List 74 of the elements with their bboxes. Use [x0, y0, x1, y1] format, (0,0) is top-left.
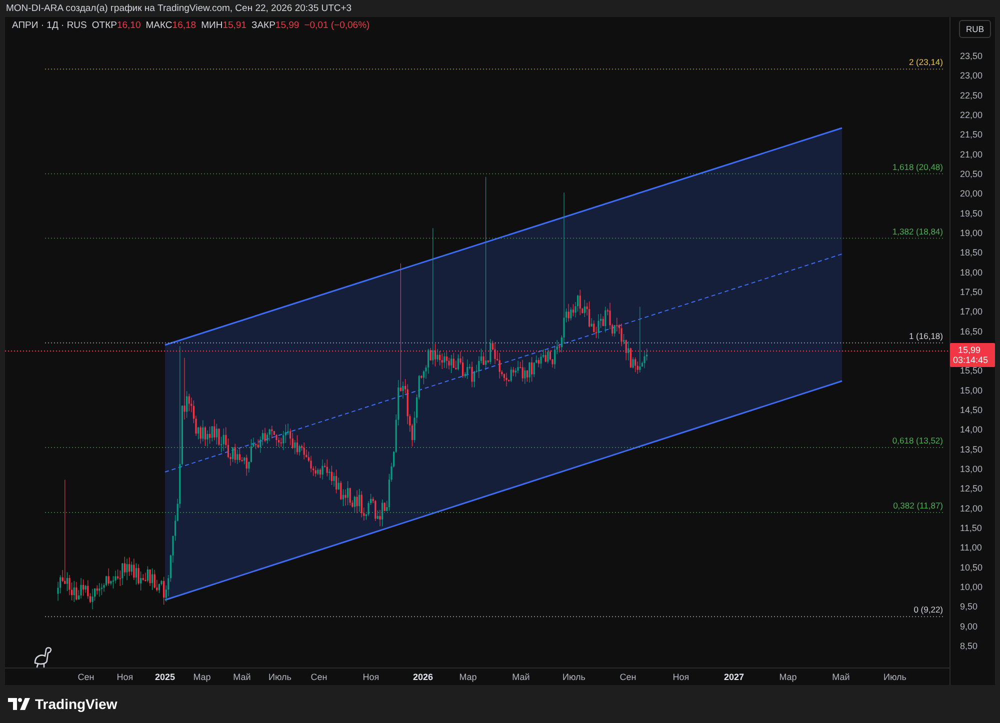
fib-level-label: 0,382 (11,87)	[893, 500, 943, 510]
time-axis-label: 2025	[154, 672, 176, 682]
channel-lower-line[interactable]	[164, 380, 842, 601]
ohlc-label: МИН	[201, 20, 223, 31]
fib-level-label: 1,618 (20,48)	[892, 162, 943, 172]
time-axis-label: Сен	[310, 672, 328, 682]
time-axis-label: Июль	[268, 672, 292, 682]
chart-author-caption: MON-DI-ARA создал(а) график на TradingView.com, Сен 22, 2026 20:35 UTC+3	[5, 2, 353, 16]
time-axis-label: 2026	[412, 672, 434, 682]
price-axis-label: 12,50	[960, 484, 983, 494]
fib-level-label: 1 (16,18)	[908, 330, 943, 341]
time-axis-label: Июль	[884, 672, 906, 682]
fib-level-label: 0,618 (13,52)	[892, 436, 943, 446]
price-axis-label: 13,50	[960, 444, 983, 454]
ohlc-value: 15,91	[222, 20, 246, 31]
tradingview-logo-icon	[8, 698, 30, 710]
fib-level-label: 1,382 (18,84)	[892, 226, 943, 236]
time-axis-label: Июль	[562, 672, 586, 682]
price-axis-label: 21,50	[960, 130, 983, 140]
brand-name: TradingView	[35, 696, 118, 712]
currency-button[interactable]: RUB	[959, 20, 991, 38]
countdown-timer: 03:14:45	[953, 355, 988, 365]
price-axis-label: 11,00	[960, 542, 982, 553]
price-axis-label: 10,00	[960, 582, 983, 592]
price-axis-label: 9,50	[960, 602, 978, 612]
price-axis-label: 12,00	[960, 503, 983, 514]
price-axis-label: 18,50	[960, 248, 983, 258]
price-axis-label: 20,00	[960, 188, 983, 199]
price-axis-label: 11,50	[960, 523, 982, 533]
price-axis-label: 17,50	[960, 287, 983, 297]
dinosaur-icon[interactable]	[34, 647, 52, 668]
price-axis-label: 23,50	[960, 51, 983, 61]
ohlc-value: 15,99	[275, 20, 300, 31]
price-axis-label: 15,50	[960, 366, 983, 376]
time-axis-label: Мар	[193, 672, 211, 682]
time-axis-label: Сен	[620, 672, 636, 682]
ohlc-value: 16,18	[172, 20, 196, 31]
time-axis-label: 2027	[724, 672, 744, 682]
time-axis-label: Сен	[78, 672, 94, 682]
price-axis-label: 14,00	[960, 424, 983, 435]
price-axis-label: 21,00	[960, 149, 983, 160]
time-axis-label: Ноя	[362, 672, 380, 682]
ohlc-label: ЗАКР	[251, 20, 276, 31]
price-axis-label: 18,00	[960, 267, 983, 278]
price-axis-label: 9,00	[960, 621, 978, 632]
price-badge-background	[950, 343, 995, 367]
last-price: 15,99	[958, 345, 981, 355]
price-axis-label: 19,00	[960, 228, 983, 238]
price-axis-label: 15,00	[960, 385, 983, 396]
price-axis-label: 10,50	[960, 562, 983, 572]
symbol-name: АПРИ · 1Д · RUS	[12, 20, 87, 31]
ohlc-label: МАКС	[146, 20, 172, 31]
price-axis-label: 13,00	[960, 464, 983, 474]
time-axis-label: Май	[832, 672, 850, 682]
time-axis-label: Май	[512, 672, 530, 682]
time-axis-label: Ноя	[672, 672, 690, 682]
price-axis-label: 22,50	[960, 90, 983, 100]
price-axis-label: 20,50	[960, 169, 983, 179]
price-axis-label: 8,50	[960, 641, 978, 651]
price-axis-label: 23,00	[960, 70, 983, 81]
fib-level-label: 0 (9,22)	[914, 604, 943, 615]
time-axis-label: Май	[233, 672, 251, 682]
price-axis-label: 19,50	[960, 208, 983, 218]
time-axis-label: Ноя	[116, 672, 134, 682]
ohlc-label: ОТКР	[92, 20, 117, 31]
price-axis-label: 16,50	[960, 326, 983, 336]
price-axis-label: 22,00	[960, 110, 983, 120]
fib-level-label: 2 (23,14)	[908, 57, 943, 68]
ohlc-value: 16,10	[116, 20, 141, 31]
time-axis-label: Мар	[779, 672, 797, 682]
price-axis-label: 17,00	[960, 306, 983, 317]
price-axis-label: 14,50	[960, 405, 983, 415]
time-axis-label: Мар	[459, 672, 477, 682]
price-change: −0,01 (−0,06%)	[304, 20, 370, 31]
